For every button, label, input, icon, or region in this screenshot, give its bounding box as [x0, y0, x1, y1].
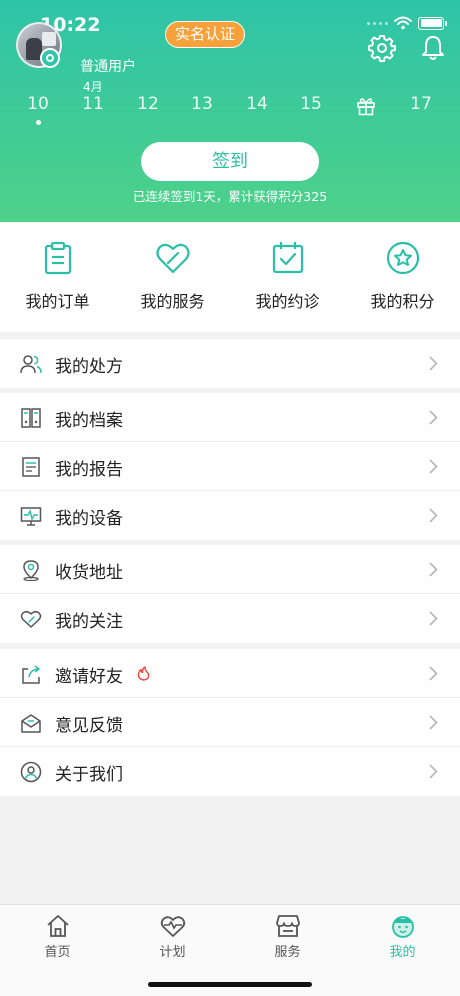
store-icon [275, 915, 300, 937]
profile-header: 10:22 实名认证 普通用户 4月 10 11 12 13 14 15 17 [0, 0, 460, 222]
chevron-right-icon [429, 356, 438, 371]
users-icon [20, 355, 42, 374]
quick-action-label: 我的服务 [140, 292, 205, 311]
mail-icon [21, 714, 41, 733]
menu-item-report[interactable]: 我的报告 [0, 442, 460, 491]
report-icon [22, 457, 40, 477]
menu-group-misc: 邀请好友 意见反馈 关于我们 [0, 649, 460, 796]
checkin-date-strip: 10 11 12 13 14 15 17 [0, 94, 460, 134]
tab-plan[interactable]: 计划 [115, 913, 230, 960]
heart-icon [20, 610, 42, 628]
menu-item-invite[interactable]: 邀请好友 [0, 649, 460, 698]
menu-item-address[interactable]: 收货地址 [0, 545, 460, 594]
quick-action-label: 我的积分 [370, 292, 435, 311]
date-day[interactable]: 14 [230, 94, 284, 114]
battery-icon [418, 16, 447, 30]
gift-icon[interactable] [356, 96, 376, 116]
wifi-icon [394, 16, 412, 30]
menu-item-label: 我的关注 [55, 612, 123, 632]
chevron-right-icon [429, 611, 438, 626]
notification-bell-icon[interactable] [420, 34, 446, 62]
tab-label: 我的 [389, 945, 416, 960]
my-appointments-button[interactable]: 我的约诊 [230, 222, 345, 332]
home-indicator[interactable] [148, 982, 312, 987]
tab-service[interactable]: 服务 [230, 913, 345, 960]
folder-icon [21, 408, 41, 428]
chevron-right-icon [429, 764, 438, 779]
menu-item-label: 收货地址 [55, 563, 123, 583]
date-day[interactable]: 10 [11, 94, 65, 114]
menu-item-prescription[interactable]: 我的处方 [0, 339, 460, 388]
tab-label: 首页 [44, 945, 71, 960]
menu-group-records: 我的档案 我的报告 我的设备 [0, 393, 460, 540]
menu-item-label: 我的档案 [55, 411, 123, 431]
menu-item-label: 意见反馈 [55, 716, 123, 736]
real-name-cert-badge[interactable]: 实名认证 [165, 21, 246, 48]
date-day[interactable]: 15 [284, 94, 338, 114]
menu-group-prescription: 我的处方 [0, 339, 460, 388]
quick-actions: 我的订单 我的服务 我的约诊 我的积分 [0, 222, 460, 332]
chevron-right-icon [429, 410, 438, 425]
menu-item-feedback[interactable]: 意见反馈 [0, 698, 460, 747]
avatar-badge-icon [40, 48, 60, 68]
signal-icon [367, 21, 388, 25]
menu-item-label: 我的报告 [55, 460, 123, 480]
status-indicators [367, 16, 447, 30]
date-day[interactable]: 13 [175, 94, 229, 114]
date-day[interactable]: 12 [121, 94, 175, 114]
menu-item-label: 关于我们 [55, 765, 123, 785]
menu-item-archive[interactable]: 我的档案 [0, 393, 460, 442]
face-icon [391, 916, 414, 938]
quick-action-label: 我的约诊 [255, 292, 320, 311]
settings-icon[interactable] [368, 34, 396, 62]
tab-home[interactable]: 首页 [0, 913, 115, 960]
calendar-month: 4月 [83, 80, 103, 94]
menu-group-address: 收货地址 我的关注 [0, 545, 460, 643]
chevron-right-icon [429, 459, 438, 474]
star-icon [386, 241, 420, 275]
location-icon [23, 560, 39, 581]
tab-label: 计划 [159, 945, 186, 960]
checkin-summary: 已连续签到1天，累计获得积分325 [132, 189, 328, 204]
today-indicator [36, 120, 41, 125]
checkin-button[interactable]: 签到 [141, 142, 319, 181]
quick-action-label: 我的订单 [25, 292, 90, 311]
user-circle-icon [20, 761, 42, 783]
heart-pulse-icon [160, 916, 185, 937]
chevron-right-icon [429, 508, 438, 523]
fire-icon [137, 666, 150, 681]
date-day[interactable]: 11 [66, 94, 120, 114]
chevron-right-icon [429, 562, 438, 577]
chevron-right-icon [429, 715, 438, 730]
my-orders-button[interactable]: 我的订单 [0, 222, 115, 332]
my-points-button[interactable]: 我的积分 [345, 222, 460, 332]
menu-item-device[interactable]: 我的设备 [0, 491, 460, 540]
monitor-icon [20, 507, 42, 526]
user-type-label: 普通用户 [80, 59, 136, 75]
heart-icon [156, 243, 190, 274]
my-services-button[interactable]: 我的服务 [115, 222, 230, 332]
menu-item-label: 邀请好友 [55, 667, 123, 687]
menu-item-about[interactable]: 关于我们 [0, 747, 460, 796]
clipboard-icon [44, 241, 72, 275]
menu-item-label: 我的处方 [55, 357, 123, 377]
chevron-right-icon [429, 666, 438, 681]
calendar-check-icon [272, 242, 304, 274]
home-icon [46, 915, 69, 937]
tab-mine[interactable]: 我的 [345, 913, 460, 960]
menu-item-label: 我的设备 [55, 509, 123, 529]
share-icon [22, 665, 40, 684]
tab-label: 服务 [274, 945, 301, 960]
date-day[interactable]: 17 [394, 94, 448, 114]
menu-item-follow[interactable]: 我的关注 [0, 594, 460, 643]
